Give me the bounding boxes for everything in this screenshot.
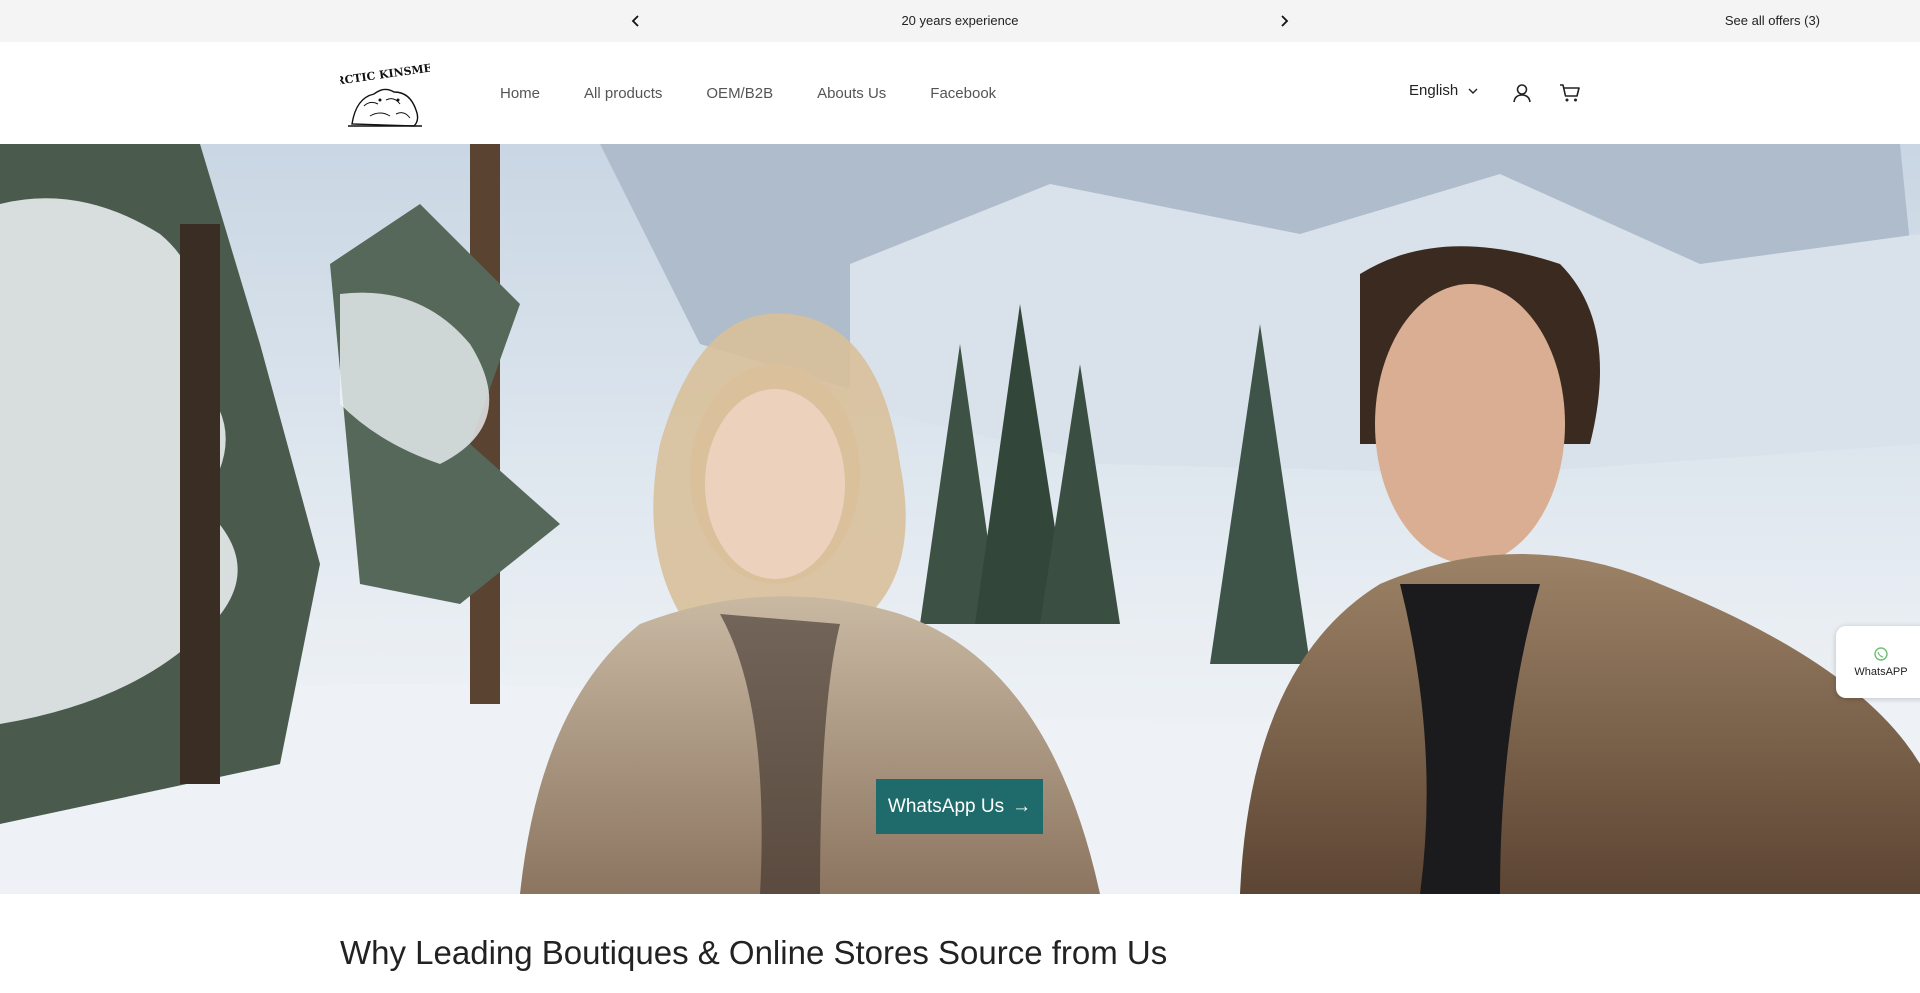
- whatsapp-us-label: WhatsApp Us: [887, 795, 1005, 817]
- section-title: Why Leading Boutiques & Online Stores So…: [340, 934, 1168, 971]
- announcement-next-button[interactable]: [1272, 9, 1296, 33]
- user-icon: [1513, 84, 1531, 103]
- whatsapp-floating-widget[interactable]: WhatsAPP: [1836, 626, 1920, 698]
- nav-about-us[interactable]: Abouts Us: [817, 85, 886, 102]
- chevron-right-icon: [1281, 15, 1289, 27]
- whatsapp-icon: [1874, 647, 1888, 661]
- see-all-offers-link[interactable]: See all offers (3): [1725, 13, 1820, 28]
- svg-text:ARCTIC KINSMEN: ARCTIC KINSMEN: [340, 62, 430, 89]
- whatsapp-us-button[interactable]: WhatsApp Us →: [876, 779, 1043, 834]
- site-header: ARCTIC KINSMEN Home All products OEM/B2B…: [0, 42, 1920, 144]
- announcement-message: 20 years experience: [901, 13, 1019, 28]
- hero-banner: WhatsApp Us →: [0, 144, 1920, 894]
- cart-icon: [1560, 84, 1580, 102]
- whatsapp-widget-label: WhatsAPP: [1854, 666, 1908, 678]
- arrow-right-icon: →: [1012, 795, 1032, 817]
- announcement-bar: 20 years experience See all offers (3): [0, 0, 1920, 42]
- nav-home[interactable]: Home: [500, 85, 540, 102]
- chevron-down-icon: [1468, 88, 1478, 94]
- brand-logo[interactable]: ARCTIC KINSMEN: [325, 60, 443, 132]
- cart-button[interactable]: [1557, 80, 1583, 106]
- account-button[interactable]: [1509, 80, 1535, 106]
- language-selector[interactable]: English: [1409, 82, 1478, 99]
- main-nav: Home All products OEM/B2B Abouts Us Face…: [500, 42, 996, 144]
- nav-facebook[interactable]: Facebook: [930, 85, 996, 102]
- nav-oem-b2b[interactable]: OEM/B2B: [706, 85, 773, 102]
- language-label: English: [1409, 82, 1459, 99]
- nav-all-products[interactable]: All products: [584, 85, 662, 102]
